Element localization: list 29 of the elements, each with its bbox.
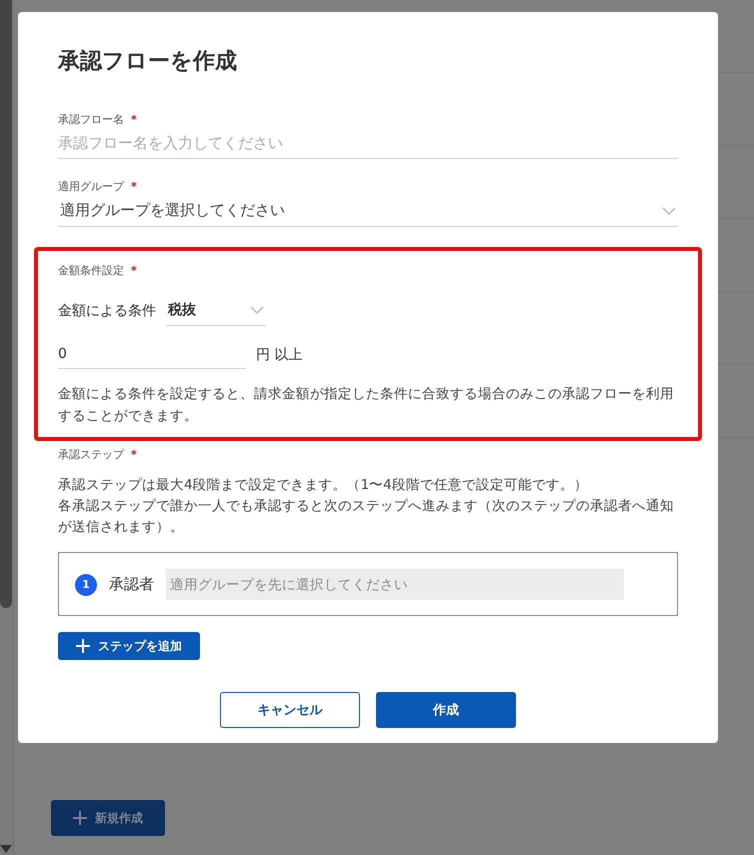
steps-description: 各承認ステップで誰か一人でも承認すると次のステップへ進みます（次のステップの承認者へ通知が送信されます）。 bbox=[58, 497, 675, 537]
condition-label: 金額による条件 bbox=[58, 302, 156, 320]
field-label: 承認フロー名 bbox=[58, 112, 124, 128]
required-mark: * bbox=[131, 447, 137, 463]
add-step-button[interactable]: ステップを追加 bbox=[58, 632, 200, 660]
dialog-title: 承認フローを作成 bbox=[58, 48, 238, 76]
button-label: ステップを追加 bbox=[98, 638, 182, 654]
chevron-down-icon bbox=[250, 306, 264, 314]
plus-icon bbox=[73, 811, 87, 825]
required-mark: * bbox=[131, 179, 137, 195]
button-label: 新規作成 bbox=[95, 810, 143, 826]
chevron-down-icon bbox=[662, 206, 676, 214]
required-mark: * bbox=[131, 112, 137, 128]
field-label: 承認ステップ bbox=[58, 447, 124, 463]
step-number-badge: 1 bbox=[75, 574, 97, 596]
field-label: 適用グループ bbox=[58, 179, 124, 195]
unit-label: 円 以上 bbox=[256, 346, 302, 364]
field-label: 金額条件設定 bbox=[58, 263, 124, 279]
approver-label: 承認者 bbox=[109, 575, 154, 594]
group-select[interactable]: 適用グループを選択してください bbox=[58, 195, 678, 227]
required-mark: * bbox=[131, 263, 137, 279]
create-button[interactable]: 作成 bbox=[376, 692, 516, 728]
cancel-button[interactable]: キャンセル bbox=[220, 692, 360, 728]
new-create-button[interactable]: 新規作成 bbox=[51, 800, 165, 836]
tax-select[interactable]: 税抜 bbox=[166, 295, 266, 326]
condition-note: 金額による条件を設定すると、請求金額が指定した条件に合致する場合のみこの承認フローを利用することができます。 bbox=[58, 385, 675, 426]
plus-icon bbox=[76, 639, 90, 653]
scroll-down-icon[interactable] bbox=[0, 845, 12, 853]
steps-description: 承認ステップは最大4段階まで設定できます。（1〜4段階で任意で設定可能です。） bbox=[58, 476, 589, 495]
